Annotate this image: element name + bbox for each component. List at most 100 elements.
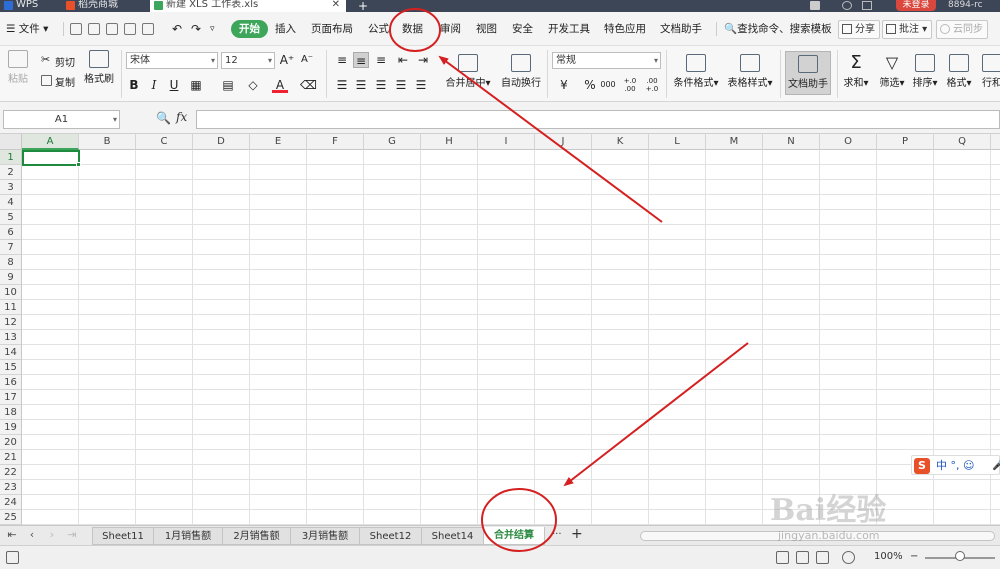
decrease-decimal-icon[interactable]: .00 +.0 bbox=[644, 77, 660, 93]
share-button[interactable]: 分享 bbox=[838, 20, 880, 39]
row-header-11[interactable]: 11 bbox=[0, 300, 22, 315]
row-header-2[interactable]: 2 bbox=[0, 165, 22, 180]
column-header-e[interactable]: E bbox=[250, 134, 307, 150]
row-header-14[interactable]: 14 bbox=[0, 345, 22, 360]
column-header-o[interactable]: O bbox=[820, 134, 877, 150]
page-break-view-icon[interactable] bbox=[796, 551, 809, 564]
tab-data[interactable]: 数据 bbox=[402, 20, 423, 38]
table-style-button[interactable]: 表格样式▾ bbox=[727, 54, 773, 89]
column-header-j[interactable]: J bbox=[535, 134, 592, 150]
page-layout-view-icon[interactable] bbox=[816, 551, 829, 564]
tab-wps[interactable]: WPS bbox=[0, 0, 52, 12]
zoom-out-icon[interactable]: − bbox=[910, 551, 918, 562]
number-format-select[interactable]: 常规 bbox=[552, 52, 661, 69]
row-header-3[interactable]: 3 bbox=[0, 180, 22, 195]
sum-button[interactable]: Σ 求和▾ bbox=[843, 54, 869, 90]
font-size-select[interactable]: 12 bbox=[221, 52, 275, 69]
row-header-19[interactable]: 19 bbox=[0, 420, 22, 435]
tab-workbook[interactable]: 新建 XLS 工作表.xls ✕ bbox=[150, 0, 346, 12]
merge-center-button[interactable]: 合并居中▾ bbox=[443, 54, 493, 89]
row-col-button[interactable]: 行和 bbox=[982, 54, 1000, 89]
tab-home[interactable]: 开始 bbox=[231, 20, 268, 38]
tab-view[interactable]: 视图 bbox=[476, 20, 497, 38]
borders-icon[interactable]: ▦ bbox=[188, 77, 204, 93]
row-header-24[interactable]: 24 bbox=[0, 495, 22, 510]
currency-icon[interactable]: ¥ bbox=[556, 77, 572, 93]
tab-review[interactable]: 审阅 bbox=[440, 20, 461, 38]
save-icon[interactable] bbox=[106, 23, 118, 35]
horizontal-scrollbar[interactable] bbox=[640, 531, 995, 541]
sheet-tab-4[interactable]: 3月销售额 bbox=[290, 527, 360, 545]
app-badge-icon[interactable] bbox=[810, 1, 820, 10]
tab-page-layout[interactable]: 页面布局 bbox=[311, 20, 353, 38]
comment-button[interactable]: 批注 ▾ bbox=[882, 20, 933, 39]
doc-helper-button[interactable]: 文档助手 bbox=[785, 51, 831, 95]
row-header-4[interactable]: 4 bbox=[0, 195, 22, 210]
decrease-indent-icon[interactable]: ⇤ bbox=[395, 52, 411, 68]
increase-decimal-icon[interactable]: +.0 .00 bbox=[622, 77, 638, 93]
new-tab-icon[interactable]: + bbox=[358, 0, 368, 12]
formula-input[interactable] bbox=[196, 110, 1000, 129]
row-header-15[interactable]: 15 bbox=[0, 360, 22, 375]
column-header-q[interactable]: Q bbox=[934, 134, 991, 150]
customize-toolbar-icon[interactable]: ▿ bbox=[210, 20, 215, 38]
column-header-l[interactable]: L bbox=[649, 134, 706, 150]
paste-button[interactable]: 粘贴 bbox=[5, 50, 31, 85]
align-left-icon[interactable]: ☰ bbox=[334, 77, 350, 93]
row-header-7[interactable]: 7 bbox=[0, 240, 22, 255]
column-header-p[interactable]: P bbox=[877, 134, 934, 150]
row-header-16[interactable]: 16 bbox=[0, 375, 22, 390]
open-file-icon[interactable] bbox=[88, 23, 100, 35]
tab-insert[interactable]: 插入 bbox=[275, 20, 296, 38]
tab-special-apps[interactable]: 特色应用 bbox=[604, 20, 646, 38]
distributed-icon[interactable]: ☰ bbox=[413, 77, 429, 93]
row-header-1[interactable]: 1 bbox=[0, 150, 22, 165]
zoom-slider-knob[interactable] bbox=[955, 551, 965, 561]
tab-docer-store[interactable]: 稻壳商城 bbox=[62, 0, 146, 12]
normal-view-icon[interactable] bbox=[776, 551, 789, 564]
row-header-18[interactable]: 18 bbox=[0, 405, 22, 420]
sort-button[interactable]: 排序▾ bbox=[912, 54, 938, 89]
align-bottom-icon[interactable]: ≡ bbox=[373, 52, 389, 68]
close-tab-icon[interactable]: ✕ bbox=[332, 0, 340, 10]
zoom-search-icon[interactable]: 🔍 bbox=[156, 111, 171, 125]
select-all-corner[interactable] bbox=[0, 134, 22, 150]
column-header-c[interactable]: C bbox=[136, 134, 193, 150]
row-header-13[interactable]: 13 bbox=[0, 330, 22, 345]
row-header-21[interactable]: 21 bbox=[0, 450, 22, 465]
conditional-format-button[interactable]: 条件格式▾ bbox=[673, 54, 719, 89]
undo-icon[interactable]: ↶ bbox=[172, 20, 182, 38]
align-top-icon[interactable]: ≡ bbox=[334, 52, 350, 68]
last-sheet-icon[interactable]: ⇥ bbox=[66, 528, 78, 542]
cell-area[interactable] bbox=[22, 150, 1000, 525]
add-sheet-icon[interactable]: + bbox=[571, 526, 583, 542]
row-header-25[interactable]: 25 bbox=[0, 510, 22, 525]
row-header-8[interactable]: 8 bbox=[0, 255, 22, 270]
column-header-i[interactable]: I bbox=[478, 134, 535, 150]
column-header-n[interactable]: N bbox=[763, 134, 820, 150]
login-button[interactable]: 未登录 bbox=[896, 0, 936, 11]
copy-button[interactable]: 复制 bbox=[41, 74, 75, 89]
next-sheet-icon[interactable]: › bbox=[46, 528, 58, 542]
row-header-17[interactable]: 17 bbox=[0, 390, 22, 405]
sheet-tab-7[interactable]: 合并结算 bbox=[483, 527, 545, 545]
fill-handle[interactable] bbox=[76, 162, 81, 167]
column-header-d[interactable]: D bbox=[193, 134, 250, 150]
row-header-5[interactable]: 5 bbox=[0, 210, 22, 225]
sheet-tab-2[interactable]: 1月销售额 bbox=[153, 527, 223, 545]
row-header-9[interactable]: 9 bbox=[0, 270, 22, 285]
row-header-22[interactable]: 22 bbox=[0, 465, 22, 480]
macro-icon[interactable] bbox=[6, 551, 19, 564]
tab-security[interactable]: 安全 bbox=[512, 20, 533, 38]
print-icon[interactable] bbox=[124, 23, 136, 35]
decrease-font-icon[interactable]: A⁻ bbox=[299, 52, 315, 68]
font-name-select[interactable]: 宋体 bbox=[126, 52, 218, 69]
skin-icon[interactable] bbox=[842, 1, 852, 10]
column-header-b[interactable]: B bbox=[79, 134, 136, 150]
column-header-a[interactable]: A bbox=[22, 134, 79, 150]
text-color-icon[interactable]: A bbox=[272, 77, 288, 93]
ime-toolbar[interactable]: S 中 °, ☺ 🎤 bbox=[911, 455, 1000, 475]
row-header-6[interactable]: 6 bbox=[0, 225, 22, 240]
zoom-level[interactable]: 100% bbox=[874, 551, 903, 562]
percent-icon[interactable]: % bbox=[582, 77, 598, 93]
